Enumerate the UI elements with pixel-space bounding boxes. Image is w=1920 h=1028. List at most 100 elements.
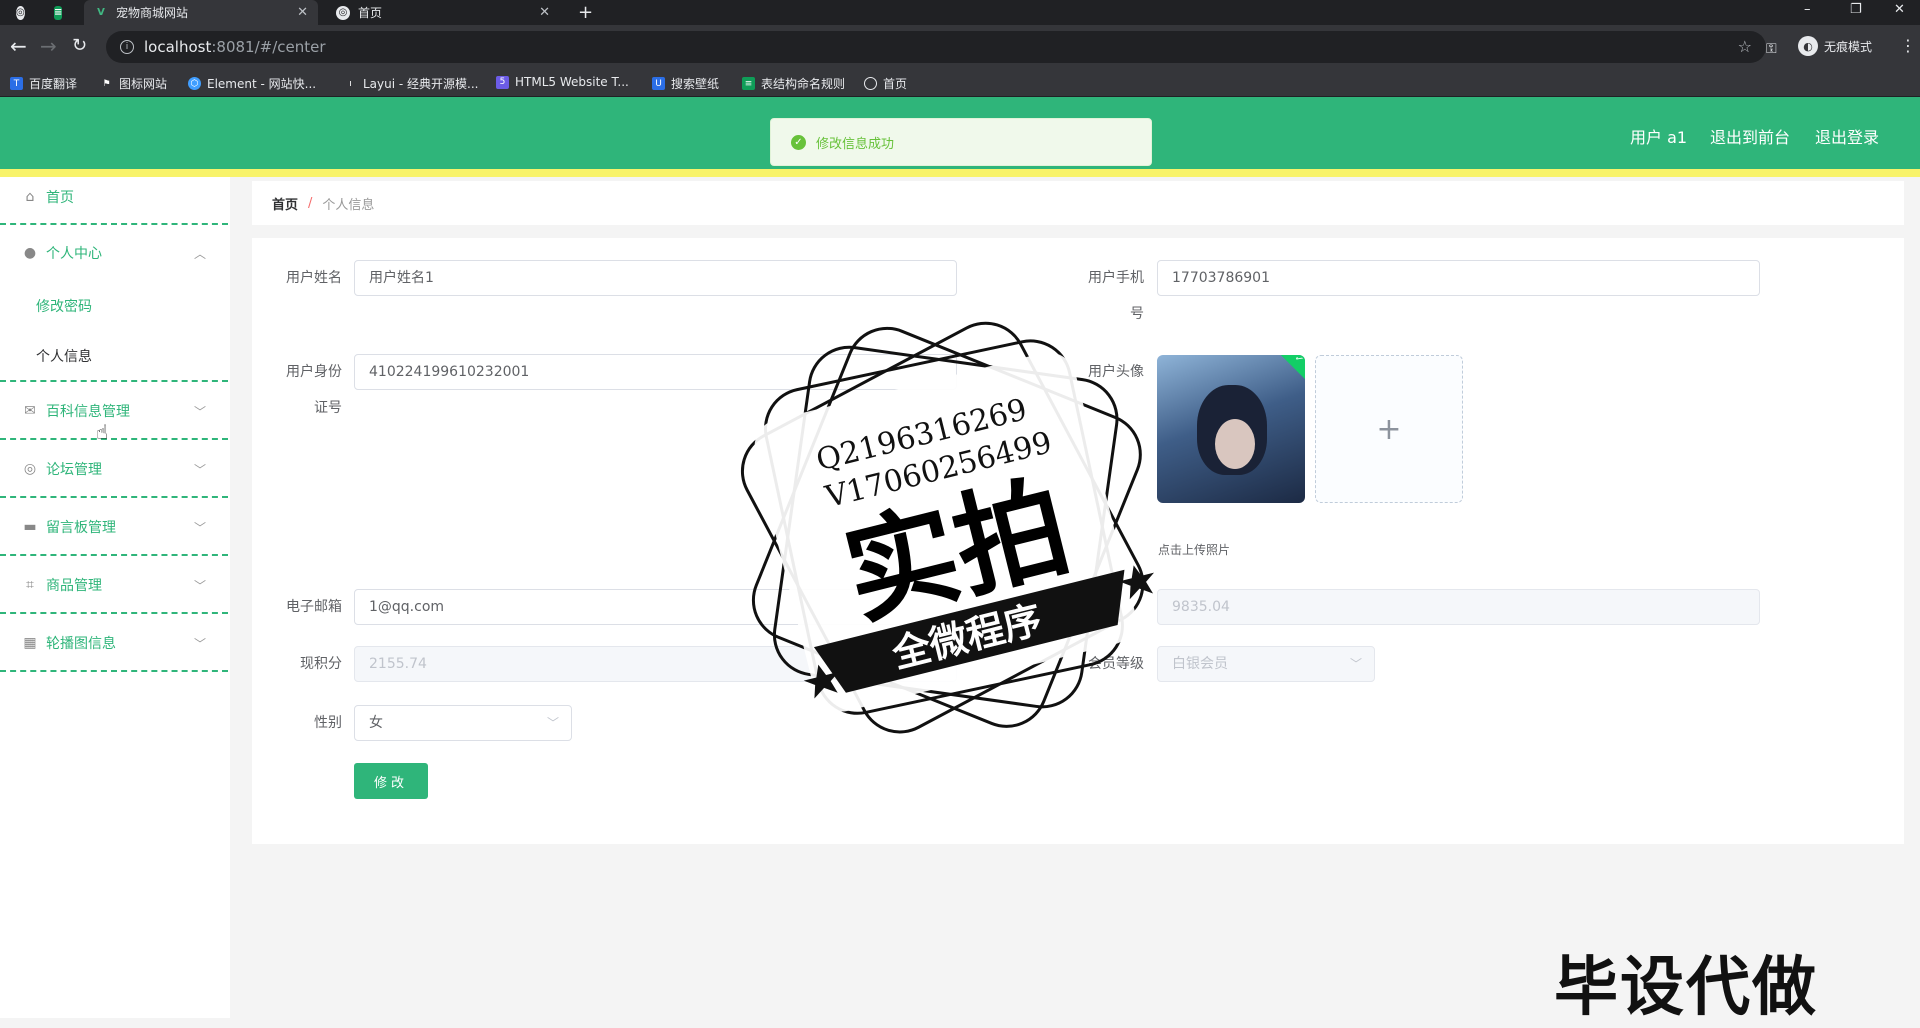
element-icon: ⬡ <box>188 77 201 90</box>
key-icon[interactable]: ⚿ <box>1766 38 1777 60</box>
sidebar-item-goods[interactable]: ⌗ 商品管理 ﹀ <box>0 558 228 612</box>
divider <box>0 554 228 556</box>
bookmark-item[interactable]: 首页 <box>864 75 907 92</box>
member-level-select: 白银会员 ﹀ <box>1157 646 1375 682</box>
bookmark-item[interactable]: ≡ 表结构命名规则 <box>742 75 845 92</box>
sidebar-item-guestbook[interactable]: ▬ 留言板管理 ﹀ <box>0 500 228 554</box>
upload-success-icon: ✓ <box>1277 355 1305 381</box>
bookmark-item[interactable]: ⚑ 图标网站 <box>100 75 167 92</box>
info-icon[interactable]: i <box>120 40 134 54</box>
bookmark-star-icon[interactable]: ☆ <box>1738 37 1752 56</box>
new-tab-button[interactable]: + <box>568 0 603 25</box>
minimize-icon[interactable]: – <box>1804 2 1811 17</box>
close-tab-icon[interactable]: ✕ <box>539 5 550 20</box>
url-path: :8081/#/center <box>211 38 326 56</box>
upload-button[interactable]: + <box>1315 355 1463 503</box>
globe-icon <box>864 77 877 90</box>
chevron-down-icon: ﹀ <box>546 716 559 730</box>
chevron-down-icon: ﹀ <box>193 636 206 651</box>
globe-icon: ◎ <box>336 5 350 20</box>
sidebar-item-forum[interactable]: ◎ 论坛管理 ﹀ <box>0 442 228 496</box>
watermark-corner-text: 毕设代做 <box>1554 951 1818 1025</box>
idcard-label: 用户身份 证号 <box>286 364 342 416</box>
url-host: localhost <box>144 38 212 56</box>
sidebar-item-baike[interactable]: ✉ 百科信息管理 ﹀ <box>0 384 228 438</box>
avatar-face <box>1215 419 1255 469</box>
sidebar-item-home[interactable]: ⌂ 首页 <box>0 170 228 224</box>
incognito-indicator[interactable]: ◐ 无痕模式 <box>1798 36 1872 56</box>
reload-icon[interactable]: ↻ <box>72 35 87 57</box>
layui-icon: ı <box>349 78 352 89</box>
menu-kebab-icon[interactable]: ⋮ <box>1900 35 1916 57</box>
gender-select[interactable]: 女 ﹀ <box>354 705 572 741</box>
close-tab-icon[interactable]: ✕ <box>297 5 308 20</box>
avatar-image[interactable]: ✓ <box>1157 355 1305 503</box>
vue-logo-icon: V <box>97 7 105 18</box>
watermark-stamp: Q2196316269 V17060256499 实拍 全微程序 <box>740 321 1155 734</box>
tab-title: 首页 <box>358 6 383 20</box>
bookmark-item[interactable]: U 搜索壁纸 <box>652 75 719 92</box>
sidebar-item-change-password[interactable]: 修改密码 <box>36 296 92 316</box>
sheet-icon: ≡ <box>742 77 755 90</box>
breadcrumb: 首页 / 个人信息 <box>252 181 1904 225</box>
back-icon[interactable]: ← <box>10 35 27 57</box>
forward-icon[interactable]: → <box>40 35 57 57</box>
email-label: 电子邮箱 <box>286 599 342 615</box>
chevron-down-icon: ﹀ <box>193 520 206 535</box>
logout-link[interactable]: 退出登录 <box>1815 124 1879 148</box>
divider <box>0 438 228 440</box>
bookmark-item[interactable]: ⬡ Element - 网站快... <box>188 75 316 92</box>
divider <box>0 496 228 498</box>
sidebar-item-personal-center[interactable]: ● 个人中心 ︿ <box>0 226 228 280</box>
url-input[interactable]: i localhost:8081/#/center ☆ <box>106 31 1766 63</box>
points-label: 现积分 <box>300 656 342 672</box>
bookmark-item[interactable]: 5 HTML5 Website T... <box>496 75 629 89</box>
sidebar-item-personal-info[interactable]: 个人信息 <box>36 346 92 366</box>
sidebar-item-carousel[interactable]: ▦ 轮播图信息 ﹀ <box>0 616 228 670</box>
flag-icon: ⚑ <box>102 78 111 89</box>
translate-icon: T <box>10 77 23 90</box>
incognito-icon: ◐ <box>1798 36 1818 56</box>
bookmark-item[interactable]: ı Layui - 经典开源模... <box>344 75 478 92</box>
tab-home[interactable]: ◎ 首页 ✕ <box>326 0 560 25</box>
toast-message: 修改信息成功 <box>816 136 895 152</box>
username-label: 用户姓名 <box>286 270 342 286</box>
tab-search-icon[interactable]: ◎ <box>8 0 38 25</box>
browser-tab-strip: ◎ ≡ V 宠物商城网站 ✕ ◎ 首页 ✕ + – ❐ ✕ <box>0 0 1920 25</box>
wallpaper-icon: U <box>652 77 665 90</box>
address-bar: ← → ↻ i localhost:8081/#/center ☆ ⚿ ◐ 无痕… <box>0 25 1920 69</box>
restore-icon[interactable]: ❐ <box>1850 2 1862 17</box>
header-accent-stripe <box>0 169 1920 177</box>
current-user-label: 用户 a1 <box>1630 128 1688 147</box>
phone-input[interactable]: 17703786901 <box>1157 260 1760 296</box>
breadcrumb-home[interactable]: 首页 <box>272 194 298 213</box>
back-to-front-link[interactable]: 退出到前台 <box>1710 124 1790 148</box>
incognito-label: 无痕模式 <box>1824 39 1873 54</box>
chevron-down-icon: ﹀ <box>193 404 206 419</box>
divider <box>0 612 228 614</box>
html5-icon: 5 <box>496 75 509 89</box>
bookmarks-bar: T 百度翻译 ⚑ 图标网站 ⬡ Element - 网站快... ı Layui - 经… <box>0 69 1920 97</box>
mail-icon: ✉ <box>24 403 36 419</box>
breadcrumb-current: 个人信息 <box>322 197 375 213</box>
tab-title: 宠物商城网站 <box>116 6 189 20</box>
breadcrumb-separator: / <box>308 195 313 211</box>
hand-cursor-icon: ☝ <box>96 420 109 444</box>
plus-icon: + <box>1376 411 1402 447</box>
success-check-icon: ✓ <box>791 134 806 150</box>
balance-input: 9835.04 <box>1157 589 1760 625</box>
bookmark-item[interactable]: T 百度翻译 <box>10 75 77 92</box>
gender-label: 性别 <box>314 715 342 731</box>
tab-pinned[interactable]: ≡ <box>44 0 80 25</box>
briefcase-icon: ▬ <box>23 519 37 535</box>
chevron-down-icon: ﹀ <box>193 578 206 593</box>
tab-pet-store[interactable]: V 宠物商城网站 ✕ <box>84 0 318 25</box>
modify-button[interactable]: 修改 <box>354 763 428 799</box>
grid-icon: ▦ <box>23 635 37 651</box>
divider <box>0 670 228 672</box>
close-window-icon[interactable]: ✕ <box>1894 2 1905 17</box>
crop-icon: ⌗ <box>26 577 34 593</box>
username-input[interactable]: 用户姓名1 <box>354 260 957 296</box>
user-icon: ● <box>23 245 37 261</box>
forum-icon: ◎ <box>23 461 37 477</box>
